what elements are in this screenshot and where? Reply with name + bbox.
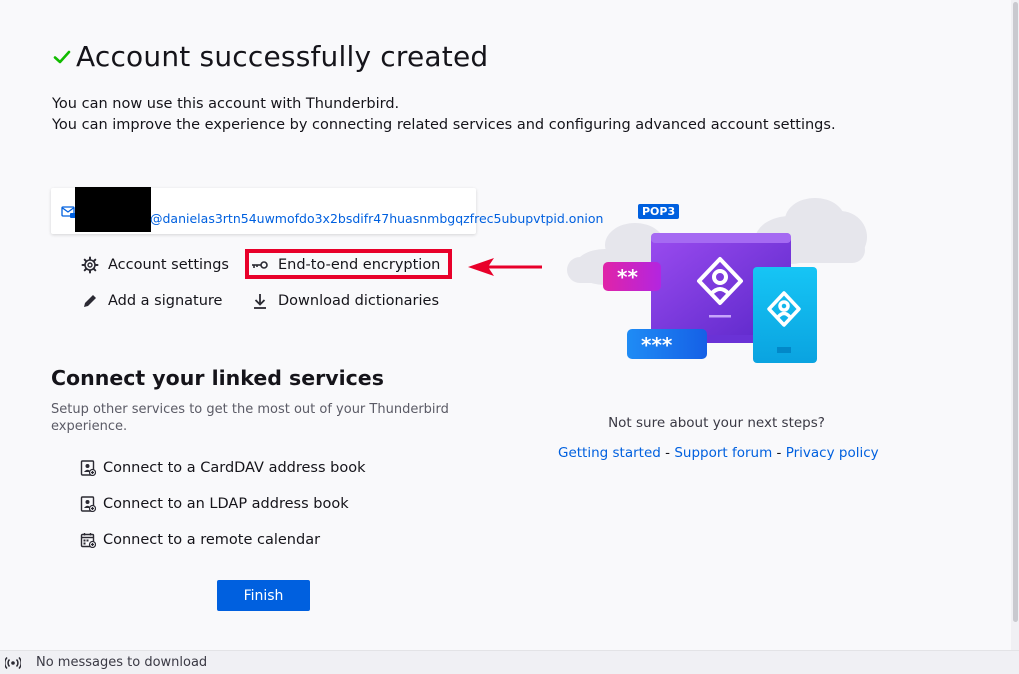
account-settings-button[interactable]: Account settings: [81, 256, 229, 274]
account-email-link[interactable]: @danielas3rtn54uwmofdo3x2bsdifr47huasnmb…: [150, 211, 603, 226]
link-separator: -: [772, 445, 786, 461]
account-illustration: ** ***: [567, 198, 867, 363]
ldap-label: Connect to an LDAP address book: [103, 496, 349, 512]
title-row: Account successfully created: [52, 40, 488, 73]
remote-calendar-button[interactable]: Connect to a remote calendar: [80, 532, 320, 548]
page-title: Account successfully created: [76, 40, 489, 73]
carddav-label: Connect to a CardDAV address book: [103, 460, 366, 476]
address-book-icon: [80, 496, 96, 512]
annotation-arrow: [468, 258, 542, 276]
address-book-icon: [80, 460, 96, 476]
pencil-icon: [84, 295, 96, 307]
description-line-1: You can now use this account with Thunde…: [52, 96, 400, 112]
calendar-icon: [80, 533, 96, 548]
carddav-button[interactable]: Connect to a CardDAV address book: [80, 460, 366, 476]
privacy-policy-link[interactable]: Privacy policy: [786, 445, 879, 461]
status-text: No messages to download: [36, 655, 208, 670]
remote-calendar-label: Connect to a remote calendar: [103, 532, 321, 548]
ldap-button[interactable]: Connect to an LDAP address book: [80, 496, 349, 512]
next-steps-question: Not sure about your next steps?: [608, 415, 825, 431]
online-status-icon[interactable]: [5, 656, 21, 670]
description-line-2: You can improve the experience by connec…: [52, 117, 836, 133]
download-icon: [254, 294, 266, 309]
scrollbar-thumb[interactable]: [1013, 2, 1018, 622]
password-mask-bottom: ***: [641, 333, 673, 357]
check-icon: [53, 50, 71, 63]
link-separator: -: [660, 445, 675, 461]
add-signature-button[interactable]: Add a signature: [81, 292, 222, 310]
redacted-block: [75, 187, 151, 232]
annotation-highlight-box: [245, 249, 452, 279]
finish-button[interactable]: Finish: [217, 580, 310, 611]
download-dictionaries-label: Download dictionaries: [278, 293, 440, 309]
description: You can now use this account with Thunde…: [52, 94, 836, 136]
add-signature-label: Add a signature: [108, 293, 223, 309]
gear-icon: [81, 256, 99, 274]
help-links: Getting started - Support forum - Privac…: [558, 445, 879, 461]
account-settings-label: Account settings: [108, 257, 229, 273]
getting-started-link[interactable]: Getting started: [558, 445, 661, 461]
password-mask-top: **: [617, 265, 638, 289]
linked-services-subtitle: Setup other services to get the most out…: [51, 402, 449, 434]
download-dictionaries-button[interactable]: Download dictionaries: [251, 292, 439, 310]
support-forum-link[interactable]: Support forum: [674, 445, 772, 461]
linked-services-title: Connect your linked services: [51, 366, 384, 390]
